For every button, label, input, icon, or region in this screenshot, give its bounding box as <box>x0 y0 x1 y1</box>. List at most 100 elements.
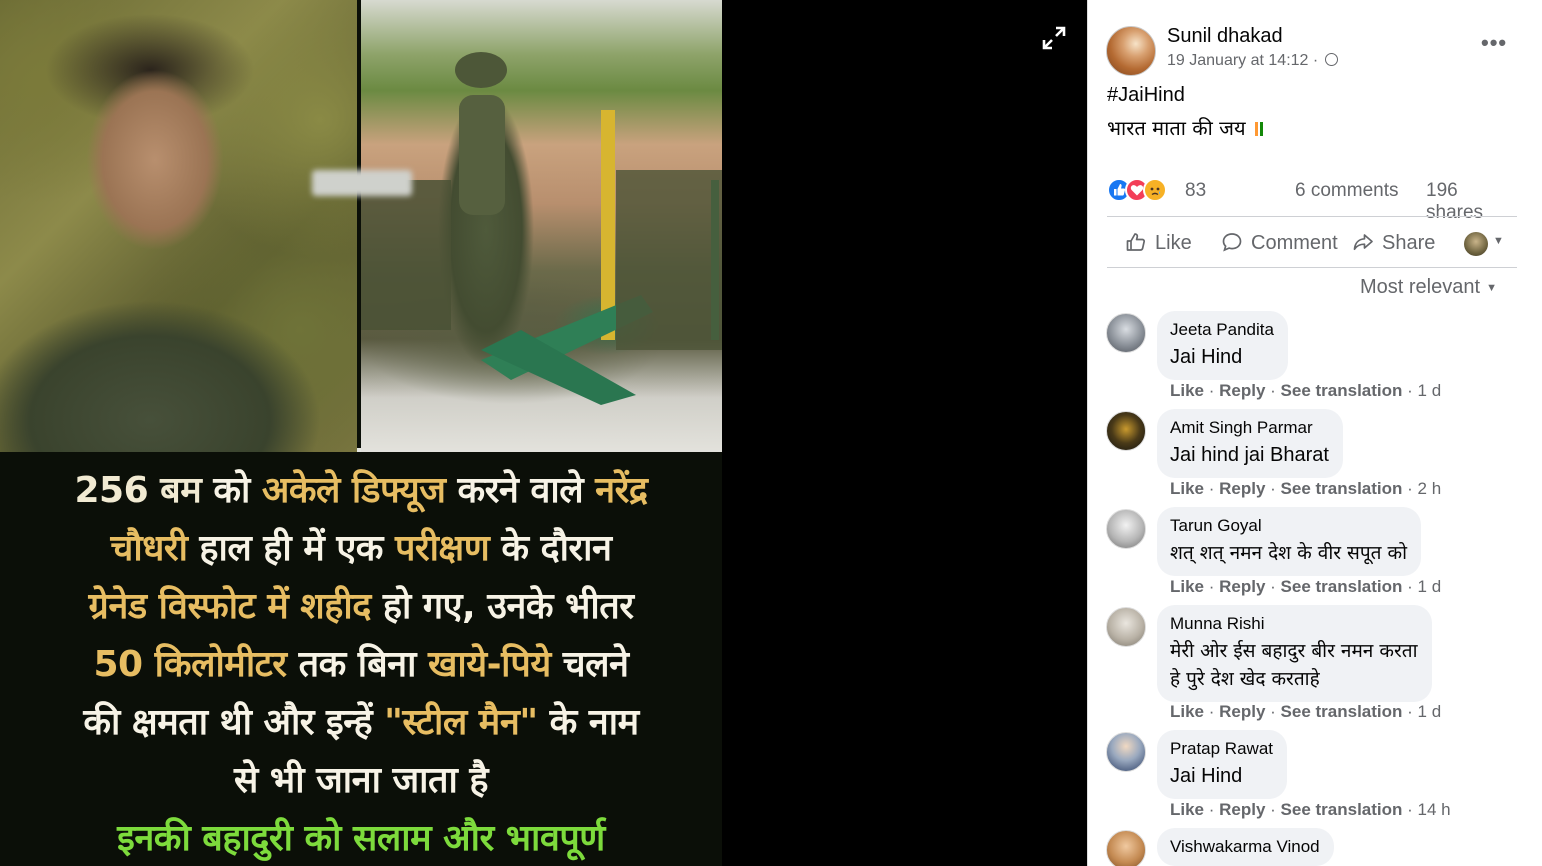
caption-segment: इनकी बहादुरी को सलाम और भावपूर्ण <box>117 818 605 859</box>
commenter-avatar[interactable] <box>1106 509 1146 549</box>
see-translation-link[interactable]: See translation <box>1281 800 1403 819</box>
comment-icon <box>1222 233 1242 252</box>
photo-collage <box>0 0 722 452</box>
comment-reply-link[interactable]: Reply <box>1219 479 1265 498</box>
divider <box>1107 216 1517 217</box>
timestamp-text[interactable]: 19 January at 14:12 · <box>1167 52 1318 69</box>
comment-text: Jai Hind <box>1170 765 1243 787</box>
comment-text: मेरी ओर ईस बहादुर बीर नमन करता <box>1170 640 1418 662</box>
training-image <box>361 0 722 452</box>
comment-text: Jai hind jai Bharat <box>1170 444 1329 466</box>
comment-text: शत् शत् नमन देश के वीर सपूत को <box>1170 542 1408 564</box>
caption-segment: चलने <box>562 644 629 685</box>
comment-time[interactable]: 2 h <box>1418 479 1442 498</box>
comment-reply-link[interactable]: Reply <box>1219 702 1265 721</box>
see-translation-link[interactable]: See translation <box>1281 479 1403 498</box>
photo-caption-text: 256 बम को अकेले डिफ्यूज करने वाले नरेंद्… <box>0 456 722 866</box>
post-details-panel: Sunil dhakad 19 January at 14:12 · ••• #… <box>1087 0 1542 866</box>
commenter-avatar[interactable] <box>1106 607 1146 647</box>
commenter-name[interactable]: Tarun Goyal <box>1170 516 1407 536</box>
reactions-bar: 83 6 comments 196 shares <box>1107 178 1517 223</box>
author-name[interactable]: Sunil dhakad <box>1167 25 1283 48</box>
sad-reaction-icon[interactable] <box>1143 178 1167 202</box>
see-translation-link[interactable]: See translation <box>1281 702 1403 721</box>
chevron-down-icon: ▼ <box>1486 282 1497 294</box>
commenter-name[interactable]: Jeeta Pandita <box>1170 320 1274 340</box>
post-text-content: भारत माता की जय <box>1107 116 1246 140</box>
reaction-count[interactable]: 83 <box>1185 180 1206 202</box>
caption-line: 256 बम को अकेले डिफ्यूज करने वाले नरेंद्… <box>0 462 722 520</box>
caption-segment: 50 किलोमीटर <box>93 644 299 685</box>
shares-count[interactable]: 196 shares <box>1426 180 1517 224</box>
comment-like-link[interactable]: Like <box>1170 381 1204 400</box>
caption-segment: खाये-पिये <box>427 644 563 685</box>
comment-bubble: Amit Singh Parmar Jai hind jai Bharat <box>1157 409 1343 478</box>
comment-bubble: Jeeta Pandita Jai Hind <box>1157 311 1288 380</box>
caption-segment: तक बिना <box>298 644 428 685</box>
commenter-name[interactable]: Munna Rishi <box>1170 614 1418 634</box>
portrait-image <box>0 0 357 452</box>
comment-time[interactable]: 1 d <box>1418 577 1442 596</box>
commenter-avatar[interactable] <box>1106 411 1146 451</box>
caption-segment: ग्रेनेड विस्फोट में शहीद <box>88 586 383 627</box>
see-translation-link[interactable]: See translation <box>1281 381 1403 400</box>
caption-segment: चौधरी <box>110 528 200 569</box>
comment-sort-dropdown[interactable]: Most relevant ▼ <box>1360 276 1497 299</box>
post-header: Sunil dhakad 19 January at 14:12 · ••• <box>1106 22 1526 78</box>
caption-line: से भी जाना जाता है <box>0 752 722 810</box>
author-avatar[interactable] <box>1106 26 1156 76</box>
post-photo[interactable]: 256 बम को अकेले डिफ्यूज करने वाले नरेंद्… <box>0 0 722 866</box>
indian-flag-icon <box>1254 117 1263 136</box>
caption-segment: को <box>213 470 262 511</box>
training-scene <box>361 52 722 405</box>
comments-count[interactable]: 6 comments <box>1295 180 1398 202</box>
comment-actions: Like · Reply · See translation · 1 d <box>1170 702 1442 721</box>
comment-like-link[interactable]: Like <box>1170 800 1204 819</box>
comment-text-line-2: हे पुरे देश खेद करताहे <box>1170 668 1320 690</box>
caption-segment: करने वाले <box>457 470 596 511</box>
more-options-icon[interactable]: ••• <box>1481 30 1507 56</box>
comment-time[interactable]: 14 h <box>1418 800 1451 819</box>
comment-like-link[interactable]: Like <box>1170 702 1204 721</box>
media-viewer: 256 बम को अकेले डिफ्यूज करने वाले नरेंद्… <box>0 0 1087 866</box>
caption-segment: के दौरान <box>501 528 612 569</box>
like-label: Like <box>1155 232 1192 254</box>
commenter-name[interactable]: Vishwakarma Vinod <box>1170 837 1320 857</box>
commenter-avatar[interactable] <box>1106 313 1146 353</box>
caption-segment: के नाम <box>549 702 640 743</box>
expand-arrows-icon[interactable] <box>1040 24 1068 52</box>
commenter-avatar-selector[interactable] <box>1464 232 1488 256</box>
see-translation-link[interactable]: See translation <box>1281 577 1403 596</box>
commenter-avatar[interactable] <box>1106 732 1146 772</box>
caption-segment: की क्षमता थी और इन्हें <box>83 702 385 743</box>
comment-actions: Like · Reply · See translation · 1 d <box>1170 381 1442 400</box>
comment-like-link[interactable]: Like <box>1170 479 1204 498</box>
commenter-avatar[interactable] <box>1106 830 1146 866</box>
blurred-watermark <box>312 170 412 196</box>
comment-time[interactable]: 1 d <box>1418 702 1442 721</box>
comment-reply-link[interactable]: Reply <box>1219 577 1265 596</box>
chevron-down-icon[interactable]: ▼ <box>1493 235 1504 247</box>
comment-actions: Like · Reply · See translation · 2 h <box>1170 479 1442 498</box>
post-timestamp[interactable]: 19 January at 14:12 · <box>1167 52 1338 70</box>
comment-like-link[interactable]: Like <box>1170 577 1204 596</box>
comment-button[interactable]: Comment <box>1221 231 1338 255</box>
caption-segment: 256 बम <box>74 470 214 511</box>
comment-time[interactable]: 1 d <box>1418 381 1442 400</box>
post-hashtag[interactable]: #JaiHind <box>1107 84 1185 107</box>
comment-actions: Like · Reply · See translation · 1 d <box>1170 577 1442 596</box>
thumbs-up-icon <box>1126 233 1146 251</box>
caption-segment: नरेंद्र <box>595 470 648 511</box>
comment-reply-link[interactable]: Reply <box>1219 800 1265 819</box>
commenter-name[interactable]: Pratap Rawat <box>1170 739 1273 759</box>
share-button[interactable]: Share <box>1352 231 1435 255</box>
share-icon <box>1353 234 1373 251</box>
caption-line: इनकी बहादुरी को सलाम और भावपूर्ण <box>0 810 722 866</box>
share-label: Share <box>1382 232 1436 254</box>
comment-reply-link[interactable]: Reply <box>1219 381 1265 400</box>
caption-segment: से भी जाना जाता है <box>234 760 488 801</box>
commenter-name[interactable]: Amit Singh Parmar <box>1170 418 1329 438</box>
caption-line: चौधरी हाल ही में एक परीक्षण के दौरान <box>0 520 722 578</box>
caption-segment: अकेले डिफ्यूज <box>261 470 458 511</box>
like-button[interactable]: Like <box>1125 231 1192 255</box>
